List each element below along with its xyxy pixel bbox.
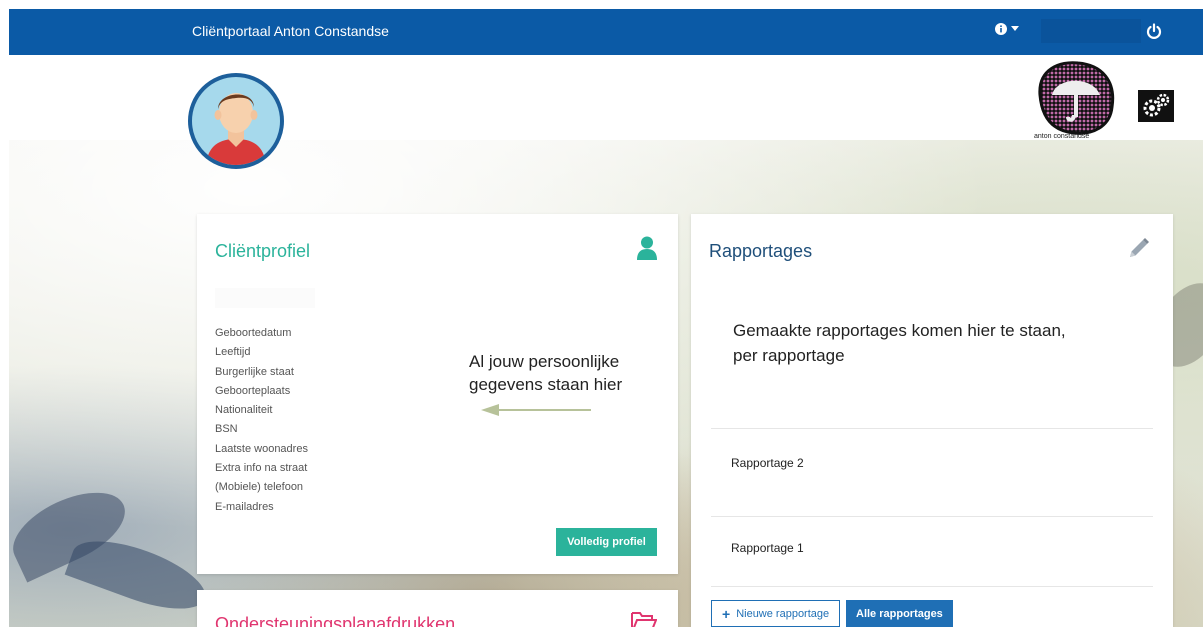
- portal-title[interactable]: Cliëntportaal Anton Constandse: [192, 23, 389, 39]
- folder-open-icon[interactable]: [631, 610, 657, 627]
- support-plan-panel: Ondersteuningsplanafdrukken: [197, 590, 678, 627]
- info-icon: [995, 23, 1007, 35]
- profile-panel-title: Cliëntprofiel: [215, 241, 311, 261]
- profile-field-label: Geboorteplaats: [215, 384, 291, 397]
- divider: [711, 586, 1153, 587]
- settings-icon[interactable]: [1138, 90, 1174, 122]
- logo-text: anton constandse: [1034, 133, 1090, 140]
- divider: [711, 516, 1153, 517]
- power-icon[interactable]: [1145, 22, 1163, 40]
- user-name-field[interactable]: [1041, 19, 1141, 43]
- profile-field-label: Geboortedatum: [215, 327, 292, 339]
- full-profile-button[interactable]: Volledig profiel: [556, 528, 657, 556]
- profile-field-list: Geboortedatum Leeftijd Burgerlijke staat…: [215, 324, 308, 517]
- top-navbar: Cliëntportaal Anton Constandse: [9, 9, 1203, 55]
- new-report-button[interactable]: + Nieuwe rapportage: [711, 600, 841, 627]
- profile-field-label: Laatste woonadres: [215, 442, 308, 455]
- profile-field-label: Burgerlijke staat: [215, 365, 294, 378]
- report-item[interactable]: Rapportage 2: [731, 456, 804, 470]
- arrow-left-icon: [481, 404, 591, 416]
- info-menu[interactable]: [995, 23, 1019, 35]
- plus-icon: +: [722, 605, 731, 622]
- divider: [711, 428, 1153, 429]
- caret-down-icon: [1011, 26, 1019, 31]
- profile-field-label: Nationaliteit: [215, 404, 273, 417]
- profile-field-label: Leeftijd: [215, 346, 251, 359]
- profile-field-label: E-mailadres: [215, 500, 274, 513]
- profile-annotation: Al jouw persoonlijke gegevens staan hier: [469, 352, 623, 394]
- header-area: [9, 55, 1203, 145]
- profile-field-label: BSN: [215, 423, 238, 436]
- avatar[interactable]: [188, 73, 284, 169]
- new-report-label: Nieuwe rapportage: [736, 607, 830, 620]
- all-reports-button[interactable]: Alle rapportages: [846, 600, 953, 627]
- client-name: [215, 288, 315, 308]
- client-profile-panel: Cliëntprofiel Geboortedatum Leeftijd Bur…: [197, 214, 678, 574]
- reports-panel-title: Rapportages: [709, 241, 813, 261]
- pencil-icon[interactable]: [1127, 236, 1151, 260]
- reports-annotation: Gemaakte rapportages komen hier te staan…: [733, 321, 1066, 365]
- person-avatar-icon: [206, 93, 266, 165]
- user-icon: [637, 236, 657, 260]
- report-item[interactable]: Rapportage 1: [731, 541, 804, 555]
- support-panel-title: Ondersteuningsplanafdrukken: [215, 614, 456, 627]
- profile-field-label: Extra info na straat: [215, 462, 308, 475]
- profile-field-label: (Mobiele) telefoon: [215, 481, 304, 494]
- reports-panel: Rapportages Gemaakte rapportages komen h…: [691, 214, 1173, 627]
